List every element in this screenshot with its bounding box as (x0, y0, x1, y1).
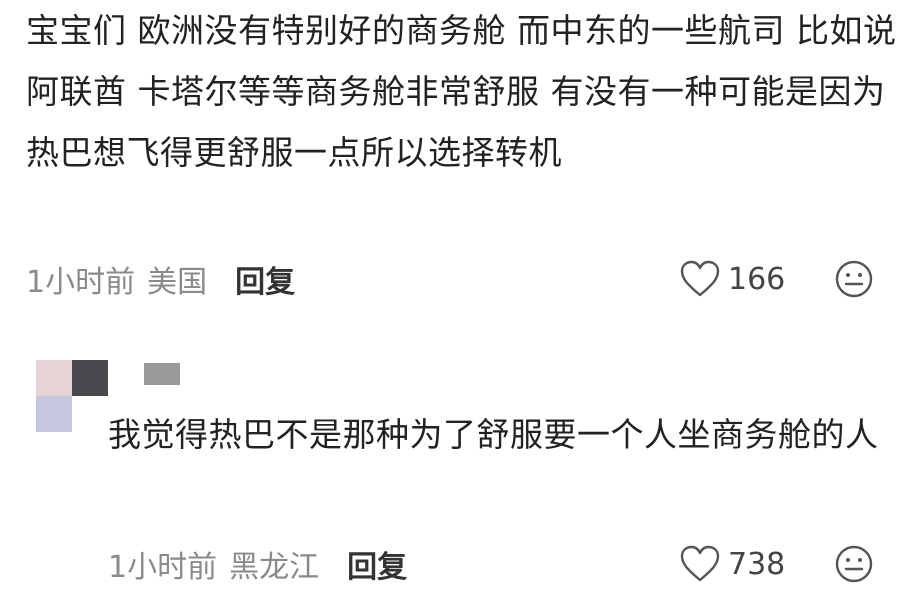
avatar-tile (72, 396, 108, 432)
comment-meta: 1小时前 黑龙江 回复 (108, 542, 407, 586)
heart-outline-icon (680, 545, 720, 582)
comment-location: 美国 (147, 265, 208, 300)
comment-time: 1小时前 (108, 550, 218, 585)
comment-time: 1小时前 (26, 265, 136, 300)
username-redacted[interactable] (144, 363, 180, 385)
like-count: 166 (728, 261, 786, 297)
avatar[interactable] (36, 360, 108, 432)
reply-button[interactable]: 回复 (235, 257, 295, 301)
avatar-tile (36, 396, 72, 432)
avatar-tile (72, 360, 108, 396)
reply-button[interactable]: 回复 (347, 542, 407, 586)
smiley-face-icon[interactable] (834, 259, 874, 299)
comment-location: 黑龙江 (229, 550, 320, 585)
smiley-face-icon[interactable] (834, 544, 874, 584)
comment-text: 宝宝们 欧洲没有特别好的商务舱 而中东的一些航司 比如说阿联酋 卡塔尔等等商务舱… (26, 11, 897, 172)
like-count: 738 (728, 546, 786, 582)
like-button[interactable]: 738 (680, 542, 785, 586)
like-button[interactable]: 166 (680, 257, 785, 301)
comment-meta: 1小时前 美国 回复 (26, 257, 295, 301)
avatar-tile (36, 360, 72, 396)
comment-text: 我觉得热巴不是那种为了舒服要一个人坐商务舱的人 (108, 415, 879, 454)
heart-outline-icon (680, 260, 720, 297)
